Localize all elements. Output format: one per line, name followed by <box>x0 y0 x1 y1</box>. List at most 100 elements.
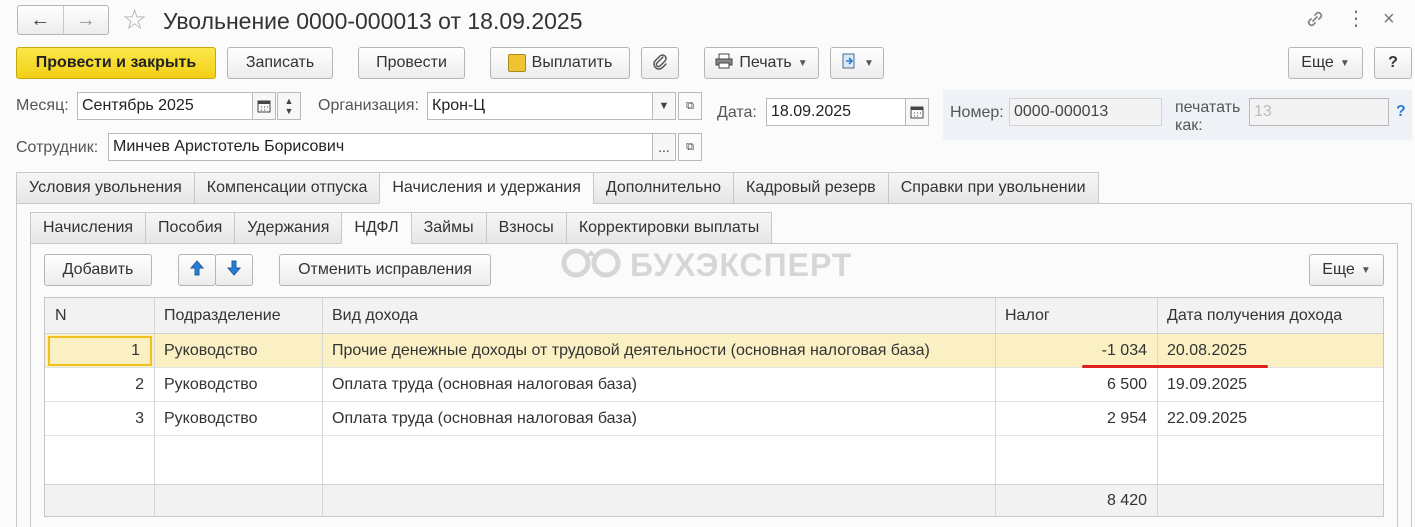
owl-logo-icon <box>560 246 622 285</box>
select-employee-icon[interactable]: ... <box>652 133 676 161</box>
print-as-field[interactable]: 13 <box>1249 98 1389 126</box>
coins-icon <box>507 54 526 72</box>
menu-dots-icon[interactable]: ⋮ <box>1346 6 1366 32</box>
move-up-button[interactable] <box>178 254 216 286</box>
column-divider <box>154 298 155 516</box>
cell-tax[interactable]: 2 954 <box>995 402 1157 436</box>
open-employee-icon[interactable]: ⧉ <box>678 133 702 161</box>
subtab-contributions[interactable]: Взносы <box>485 212 567 244</box>
close-icon[interactable]: × <box>1383 6 1395 32</box>
move-down-button[interactable] <box>215 254 253 286</box>
tab-accruals-deductions[interactable]: Начисления и удержания <box>379 172 594 204</box>
cell-department[interactable]: Руководство <box>154 334 322 368</box>
attach-button[interactable] <box>641 47 679 79</box>
column-divider <box>322 298 323 516</box>
subtab-accruals[interactable]: Начисления <box>30 212 147 244</box>
table-row[interactable]: 3 Руководство Оплата труда (основная нал… <box>45 402 1383 436</box>
cell-income-date[interactable]: 20.08.2025 <box>1157 334 1385 368</box>
cell-income-date[interactable]: 19.09.2025 <box>1157 368 1385 402</box>
cell-tax[interactable]: 6 500 <box>995 368 1157 402</box>
grid-more-label: Еще <box>1322 261 1355 278</box>
date-label: Дата: <box>717 104 757 121</box>
post-button[interactable]: Провести <box>358 47 465 79</box>
subtab-payment-corrections[interactable]: Корректировки выплаты <box>565 212 773 244</box>
cell-department[interactable]: Руководство <box>154 368 322 402</box>
chevron-down-icon: ▼ <box>797 57 808 69</box>
subtab-ndfl[interactable]: НДФЛ <box>341 212 412 244</box>
tab-vacation-compensation[interactable]: Компенсации отпуска <box>193 172 381 204</box>
arrow-up-icon <box>189 259 205 282</box>
cell-income-date[interactable]: 22.09.2025 <box>1157 402 1385 436</box>
print-as-label-line2: как: <box>1175 117 1203 134</box>
col-header-income-date[interactable]: Дата получения дохода <box>1157 298 1385 334</box>
month-stepper[interactable]: ▲ ▼ <box>277 92 301 120</box>
print-as-help-icon[interactable]: ? <box>1396 103 1406 121</box>
cell-n[interactable]: 1 <box>48 336 152 366</box>
cell-n[interactable]: 2 <box>45 368 154 402</box>
table-row[interactable]: 1 Руководство Прочие денежные доходы от … <box>45 334 1383 368</box>
cell-tax[interactable]: -1 034 <box>995 334 1157 368</box>
dropdown-icon[interactable]: ▼ <box>652 92 676 120</box>
nav-buttons: ← → <box>17 5 109 35</box>
employee-label: Сотрудник: <box>16 139 99 156</box>
tab-personnel-reserve[interactable]: Кадровый резерв <box>733 172 889 204</box>
cell-income-type[interactable]: Оплата труда (основная налоговая база) <box>322 368 995 402</box>
print-as-label-line1: печатать <box>1175 99 1241 116</box>
tab-dismissal-certificates[interactable]: Справки при увольнении <box>887 172 1099 204</box>
link-icon[interactable] <box>1304 8 1326 30</box>
open-organization-icon[interactable]: ⧉ <box>678 92 702 120</box>
col-header-tax[interactable]: Налог <box>995 298 1157 334</box>
subtab-benefits[interactable]: Пособия <box>145 212 236 244</box>
cell-department[interactable]: Руководство <box>154 402 322 436</box>
paperclip-icon <box>652 52 668 75</box>
add-row-button[interactable]: Добавить <box>44 254 152 286</box>
arrow-down-icon <box>226 259 242 282</box>
calendar-icon[interactable] <box>905 98 929 126</box>
footer-total-tax: 8 420 <box>1106 491 1147 509</box>
table-header: N Подразделение Вид дохода Налог Дата по… <box>45 298 1383 334</box>
related-docs-button[interactable]: ▼ <box>830 47 884 79</box>
pay-button[interactable]: Выплатить <box>490 47 630 79</box>
table-footer: 8 420 <box>45 484 1383 516</box>
tab-additional[interactable]: Дополнительно <box>592 172 735 204</box>
subtab-loans[interactable]: Займы <box>410 212 487 244</box>
printer-icon <box>715 53 733 74</box>
tab-dismissal-conditions[interactable]: Условия увольнения <box>16 172 195 204</box>
col-header-department[interactable]: Подразделение <box>154 298 322 334</box>
date-field[interactable]: 18.09.2025 <box>766 98 906 126</box>
cell-income-type[interactable]: Прочие денежные доходы от трудовой деяте… <box>322 334 995 368</box>
calendar-icon[interactable] <box>252 92 276 120</box>
back-arrow-icon[interactable]: ← <box>18 6 63 34</box>
cell-n[interactable]: 3 <box>45 402 154 436</box>
column-divider <box>1157 298 1158 516</box>
cell-income-type[interactable]: Оплата труда (основная налоговая база) <box>322 402 995 436</box>
post-and-close-button[interactable]: Провести и закрыть <box>16 47 216 79</box>
col-header-income-type[interactable]: Вид дохода <box>322 298 995 334</box>
month-label: Месяц: <box>16 97 69 114</box>
more-button[interactable]: Еще ▼ <box>1288 47 1363 79</box>
month-field[interactable]: Сентябрь 2025 <box>77 92 253 120</box>
save-button[interactable]: Записать <box>227 47 333 79</box>
print-button[interactable]: Печать ▼ <box>704 47 819 79</box>
sub-tabs: Начисления Пособия Удержания НДФЛ Займы … <box>30 212 773 244</box>
watermark: БУХЭКСПЕРТ <box>560 246 852 285</box>
more-button-label: Еще <box>1301 54 1334 71</box>
table-row[interactable]: 2 Руководство Оплата труда (основная нал… <box>45 368 1383 402</box>
help-button[interactable]: ? <box>1374 47 1412 79</box>
favorite-star-icon[interactable]: ☆ <box>122 4 147 36</box>
organization-field[interactable]: Крон-Ц <box>427 92 653 120</box>
print-button-label: Печать <box>739 54 792 71</box>
ndfl-table: N Подразделение Вид дохода Налог Дата по… <box>44 297 1384 517</box>
number-label: Номер: <box>950 104 1004 121</box>
chevron-down-icon: ▼ <box>1360 264 1371 276</box>
grid-more-button[interactable]: Еще ▼ <box>1309 254 1384 286</box>
stepper-down-icon: ▼ <box>284 106 294 116</box>
watermark-text: БУХЭКСПЕРТ <box>630 247 853 283</box>
employee-field[interactable]: Минчев Аристотель Борисович <box>108 133 653 161</box>
subtab-deductions[interactable]: Удержания <box>234 212 343 244</box>
column-divider <box>995 298 996 516</box>
cancel-fixes-button[interactable]: Отменить исправления <box>279 254 491 286</box>
forward-arrow-icon[interactable]: → <box>62 6 109 34</box>
col-header-n[interactable]: N <box>45 298 154 334</box>
annotation-underline <box>1082 365 1268 368</box>
